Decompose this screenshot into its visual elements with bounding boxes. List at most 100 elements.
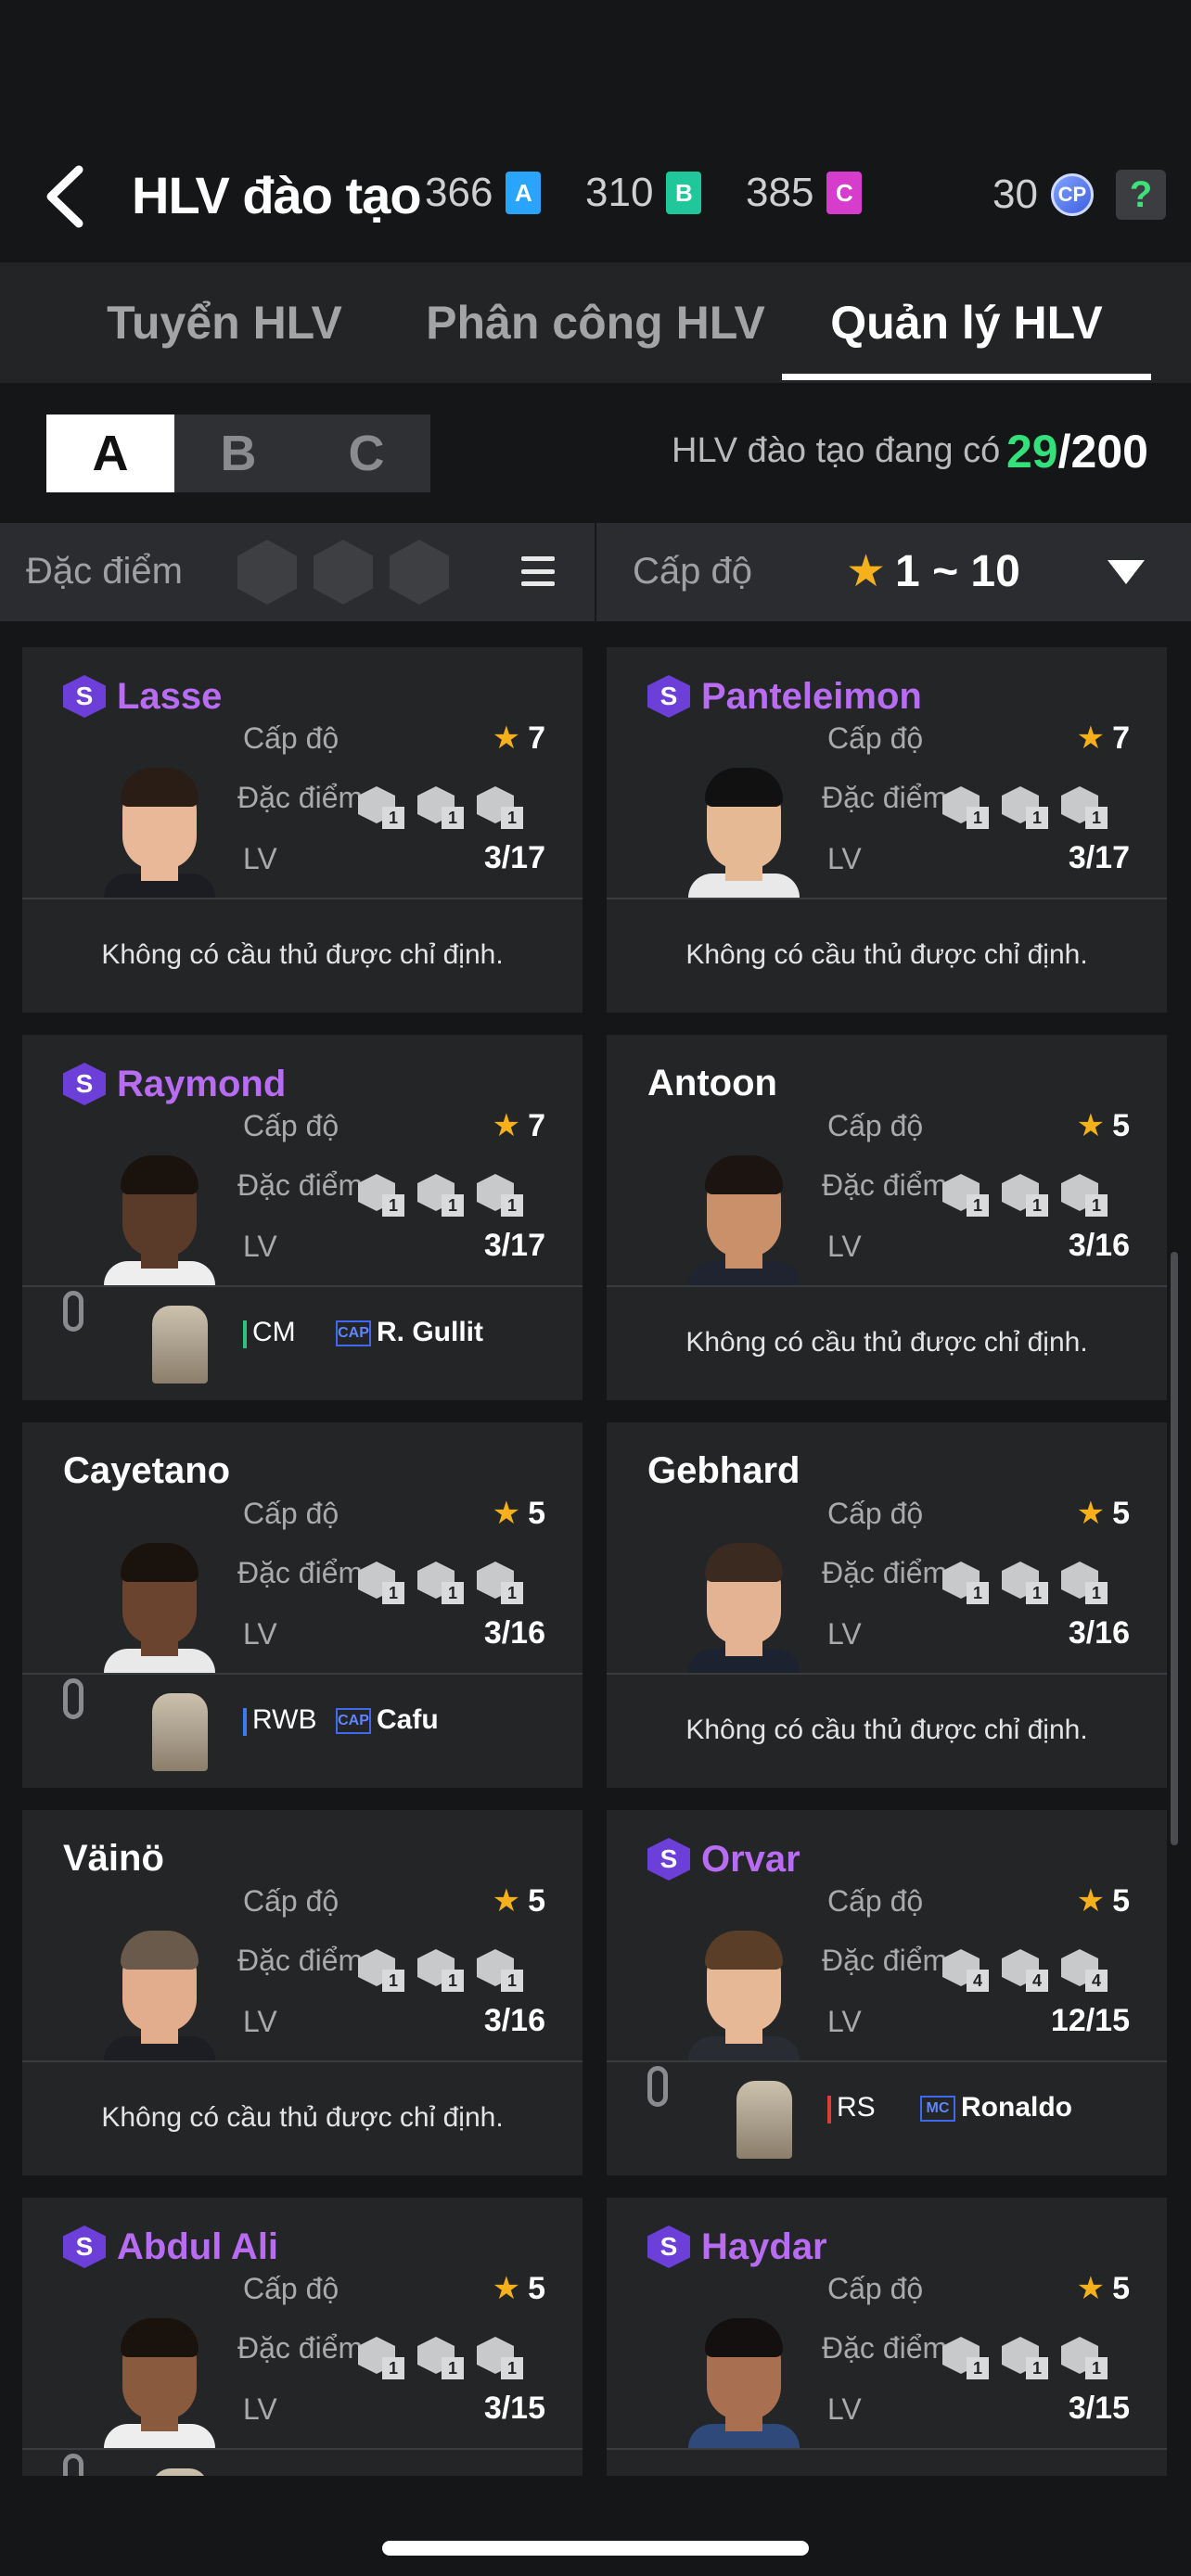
coach-name: Väinö <box>63 1838 164 1880</box>
tab-assign-coach[interactable]: Phân công HLV <box>419 262 772 383</box>
trait-filter-slot-3[interactable] <box>390 540 449 605</box>
scrollbar[interactable] <box>1171 1252 1178 1845</box>
trait-icon[interactable]: 1 <box>1061 786 1108 829</box>
special-badge-icon: S <box>63 1063 106 1105</box>
trait-icon[interactable]: 1 <box>417 786 464 829</box>
lv-label: LV <box>243 842 277 875</box>
trait-icon[interactable]: 1 <box>942 1562 989 1604</box>
group-selector: A B C <box>46 414 430 492</box>
group-b-button[interactable]: B <box>174 414 302 492</box>
level-label: Cấp độ <box>243 721 339 755</box>
level-filter-value[interactable]: ★ 1 ~ 10 <box>846 545 1020 597</box>
coach-card[interactable]: Väinö Cấp độ ★ 5 Đặc điểm 1 1 1 LV 3/16 Không có … <box>22 1810 583 2175</box>
trait-icon[interactable]: 4 <box>1002 1949 1048 1992</box>
trait-icon[interactable]: 1 <box>942 786 989 829</box>
coach-card[interactable]: S Panteleimon Cấp độ ★ 7 Đặc điểm 1 1 1 LV 3/17 Kh… <box>607 647 1167 1013</box>
assigned-player[interactable]: CM CAP R. Gullit <box>22 1287 583 1400</box>
player-name: Cafu <box>377 1704 439 1735</box>
coach-count-current: 29 <box>1006 426 1058 478</box>
trait-icon[interactable]: 4 <box>1061 1949 1108 1992</box>
star-icon: ★ <box>492 721 521 756</box>
trait-filter-label[interactable]: Đặc điểm c <box>26 551 193 593</box>
assigned-player[interactable]: RWB CAP Cafu <box>22 1675 583 1788</box>
trait-icon[interactable]: 1 <box>477 2337 523 2379</box>
lv-label: LV <box>827 1230 862 1263</box>
group-c-button[interactable]: C <box>302 414 430 492</box>
player-name: R. Gullit <box>377 1317 483 1347</box>
trait-icon[interactable]: 1 <box>1061 1174 1108 1217</box>
trait-icon[interactable]: 1 <box>1002 786 1048 829</box>
trait-icon[interactable]: 1 <box>417 1174 464 1217</box>
lv-value: 3/17 <box>483 1228 545 1263</box>
group-a-button[interactable]: A <box>46 414 174 492</box>
coach-portrait <box>688 2309 800 2448</box>
coach-card[interactable]: Antoon Cấp độ ★ 5 Đặc điểm 1 1 1 LV 3/16 Không có… <box>607 1035 1167 1400</box>
trait-icon[interactable]: 1 <box>417 2337 464 2379</box>
trait-icon[interactable]: 4 <box>942 1949 989 1992</box>
coach-portrait <box>688 1921 800 2060</box>
trait-icon[interactable]: 1 <box>1002 1174 1048 1217</box>
help-button[interactable]: ? <box>1115 170 1166 220</box>
coach-name-text: Gebhard <box>647 1450 800 1491</box>
position-label: CM <box>252 1317 296 1347</box>
trait-icon[interactable]: 1 <box>358 1949 404 1992</box>
coach-card[interactable]: SHaydar Cấp độ★5Đặc điểm111LV3/15Không c… <box>607 2198 1167 2476</box>
trait-icon[interactable]: 1 <box>477 1174 523 1217</box>
back-button[interactable] <box>37 162 93 231</box>
active-tab-indicator <box>782 374 1151 380</box>
trait-icon[interactable]: 1 <box>477 1949 523 1992</box>
assigned-player[interactable] <box>22 2450 583 2476</box>
trait-icon[interactable]: 1 <box>1061 2337 1108 2379</box>
trait-icon[interactable]: 1 <box>942 1174 989 1217</box>
star-icon: ★ <box>846 547 887 596</box>
trait-icon[interactable]: 1 <box>417 1562 464 1604</box>
tab-recruit-coach[interactable]: Tuyển HLV <box>76 262 373 383</box>
currency-b-icon: B <box>666 172 702 214</box>
coach-card[interactable]: Gebhard Cấp độ ★ 5 Đặc điểm 1 1 1 LV 3/16 Không c… <box>607 1422 1167 1788</box>
trait-icon[interactable]: 1 <box>358 1562 404 1604</box>
trait-icon[interactable]: 1 <box>477 786 523 829</box>
trait-icon[interactable]: 1 <box>358 2337 404 2379</box>
page-title: HLV đào tạo <box>132 166 422 224</box>
player-portrait <box>736 2081 792 2159</box>
menu-icon[interactable] <box>521 556 555 586</box>
lv-value: 3/16 <box>1068 1228 1130 1263</box>
trait-icon[interactable]: 1 <box>942 2337 989 2379</box>
trait-icon[interactable]: 1 <box>358 786 404 829</box>
trait-label: Đặc điểm <box>237 1944 364 1977</box>
trait-filter-slot-2[interactable] <box>314 540 373 605</box>
player-portrait <box>152 1693 208 1771</box>
trait-icon[interactable]: 1 <box>477 1562 523 1604</box>
star-icon: ★ <box>492 2271 521 2306</box>
trait-icon[interactable]: 1 <box>1002 2337 1048 2379</box>
coach-card[interactable]: Cayetano Cấp độ ★ 5 Đặc điểm 1 1 1 LV 3/16 RWB CAP… <box>22 1422 583 1788</box>
coach-card[interactable]: S Abdul Ali Cấp độ ★ 5 Đặc điểm 1 1 1 LV 3/15 <box>22 2198 583 2476</box>
coach-name-text: Lasse <box>117 675 223 717</box>
trait-icon[interactable]: 1 <box>1061 1562 1108 1604</box>
lv-value: 3/16 <box>1068 1615 1130 1651</box>
trait-label: Đặc điểm <box>822 1556 948 1589</box>
coach-card[interactable]: S Lasse Cấp độ ★ 7 Đặc điểm 1 1 1 LV 3/17 Không có… <box>22 647 583 1013</box>
level-label: Cấp độ <box>827 1884 924 1918</box>
trait-filter-slot-1[interactable] <box>237 540 297 605</box>
trait-list: 111 <box>358 786 523 829</box>
dropdown-arrow-icon[interactable] <box>1108 560 1145 584</box>
coach-portrait <box>104 1146 215 1285</box>
level-label: Cấp độ <box>827 1497 924 1530</box>
trait-icon[interactable]: 1 <box>358 1174 404 1217</box>
currency-c-icon: C <box>826 172 863 214</box>
lv-value: 12/15 <box>1050 2003 1130 2038</box>
coach-card[interactable]: S Raymond Cấp độ ★ 7 Đặc điểm 1 1 1 LV 3/17 CM CAP R… <box>22 1035 583 1400</box>
coach-name-text: Cayetano <box>63 1450 231 1491</box>
coach-name: S Haydar <box>647 2225 827 2268</box>
coach-name: Cayetano <box>63 1450 230 1492</box>
trait-label: Đặc điểm <box>822 1944 948 1977</box>
trait-icon[interactable]: 1 <box>1002 1562 1048 1604</box>
lv-label: LV <box>827 1617 862 1651</box>
assigned-player[interactable]: RS MC Ronaldo <box>607 2062 1167 2175</box>
tab-manage-coach[interactable]: Quản lý HLV <box>782 262 1151 383</box>
position-label: RS <box>837 2092 876 2123</box>
coach-card[interactable]: S Orvar Cấp độ ★ 5 Đặc điểm 4 4 4 LV 12/15 RS MC Ron… <box>607 1810 1167 2175</box>
coach-name: S Raymond <box>63 1063 286 1105</box>
trait-icon[interactable]: 1 <box>417 1949 464 1992</box>
